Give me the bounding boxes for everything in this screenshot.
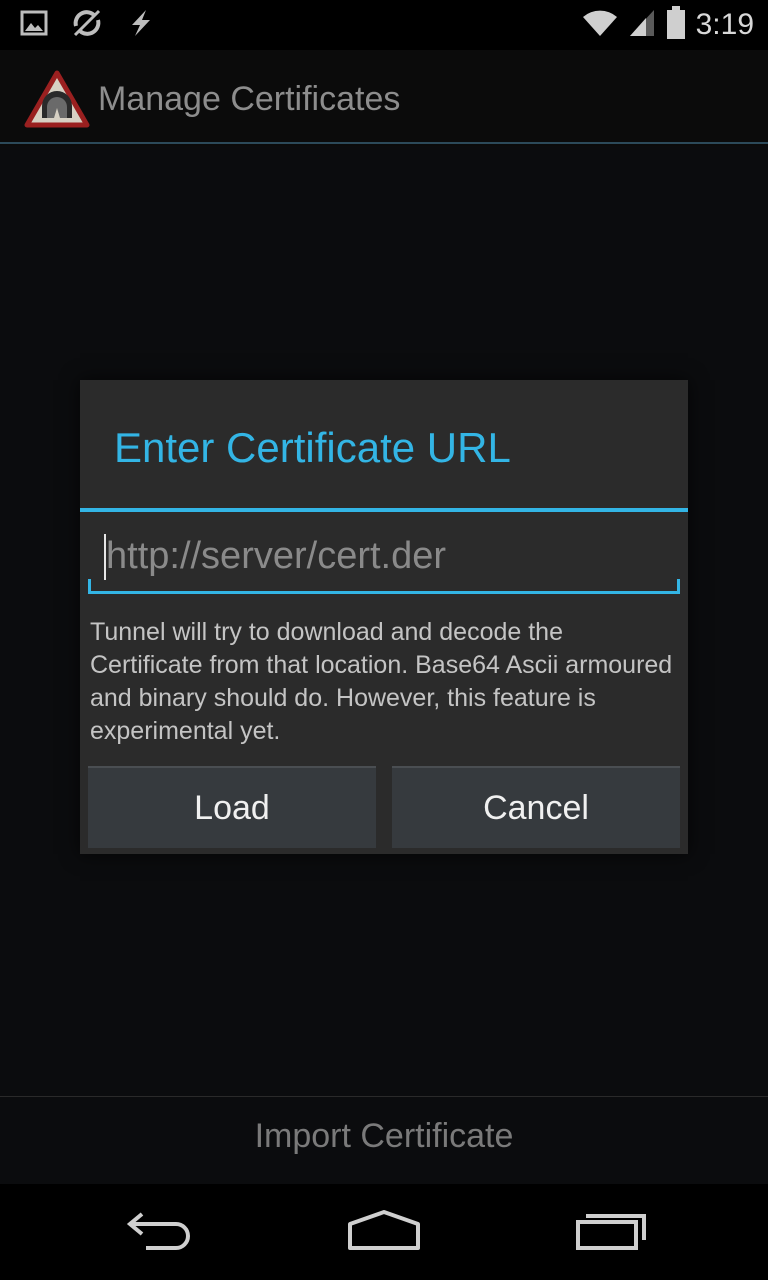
clock: 3:19 bbox=[695, 8, 754, 41]
cancel-button[interactable]: Cancel bbox=[392, 766, 680, 848]
tunnel-warning-icon[interactable] bbox=[24, 70, 90, 132]
flash-icon bbox=[126, 8, 156, 42]
notification-icons bbox=[20, 8, 156, 42]
wifi-icon bbox=[582, 8, 618, 42]
import-certificate-button[interactable]: Import Certificate bbox=[0, 1096, 768, 1184]
page-title: Manage Certificates bbox=[98, 80, 401, 118]
system-status: 3:19 bbox=[582, 6, 754, 44]
load-button[interactable]: Load bbox=[88, 766, 376, 848]
dialog-title: Enter Certificate URL bbox=[114, 424, 511, 471]
sync-off-icon bbox=[72, 8, 102, 42]
dialog-divider bbox=[80, 508, 688, 512]
battery-icon bbox=[666, 6, 686, 44]
signal-icon bbox=[628, 8, 656, 42]
recents-icon[interactable] bbox=[574, 1208, 648, 1256]
import-certificate-label: Import Certificate bbox=[254, 1117, 514, 1155]
dialog-message: Tunnel will try to download and decode t… bbox=[90, 618, 673, 745]
certificate-url-input[interactable] bbox=[104, 528, 664, 584]
back-icon[interactable] bbox=[124, 1208, 196, 1256]
url-field[interactable] bbox=[88, 518, 680, 594]
action-bar: Manage Certificates bbox=[0, 50, 768, 144]
navigation-bar bbox=[0, 1184, 768, 1280]
dialog-buttons: Load Cancel bbox=[88, 766, 680, 848]
image-icon bbox=[20, 9, 48, 41]
home-icon[interactable] bbox=[346, 1208, 422, 1256]
certificate-url-dialog: Enter Certificate URL Tunnel will try to… bbox=[80, 380, 688, 854]
status-bar: 3:19 bbox=[0, 0, 768, 50]
